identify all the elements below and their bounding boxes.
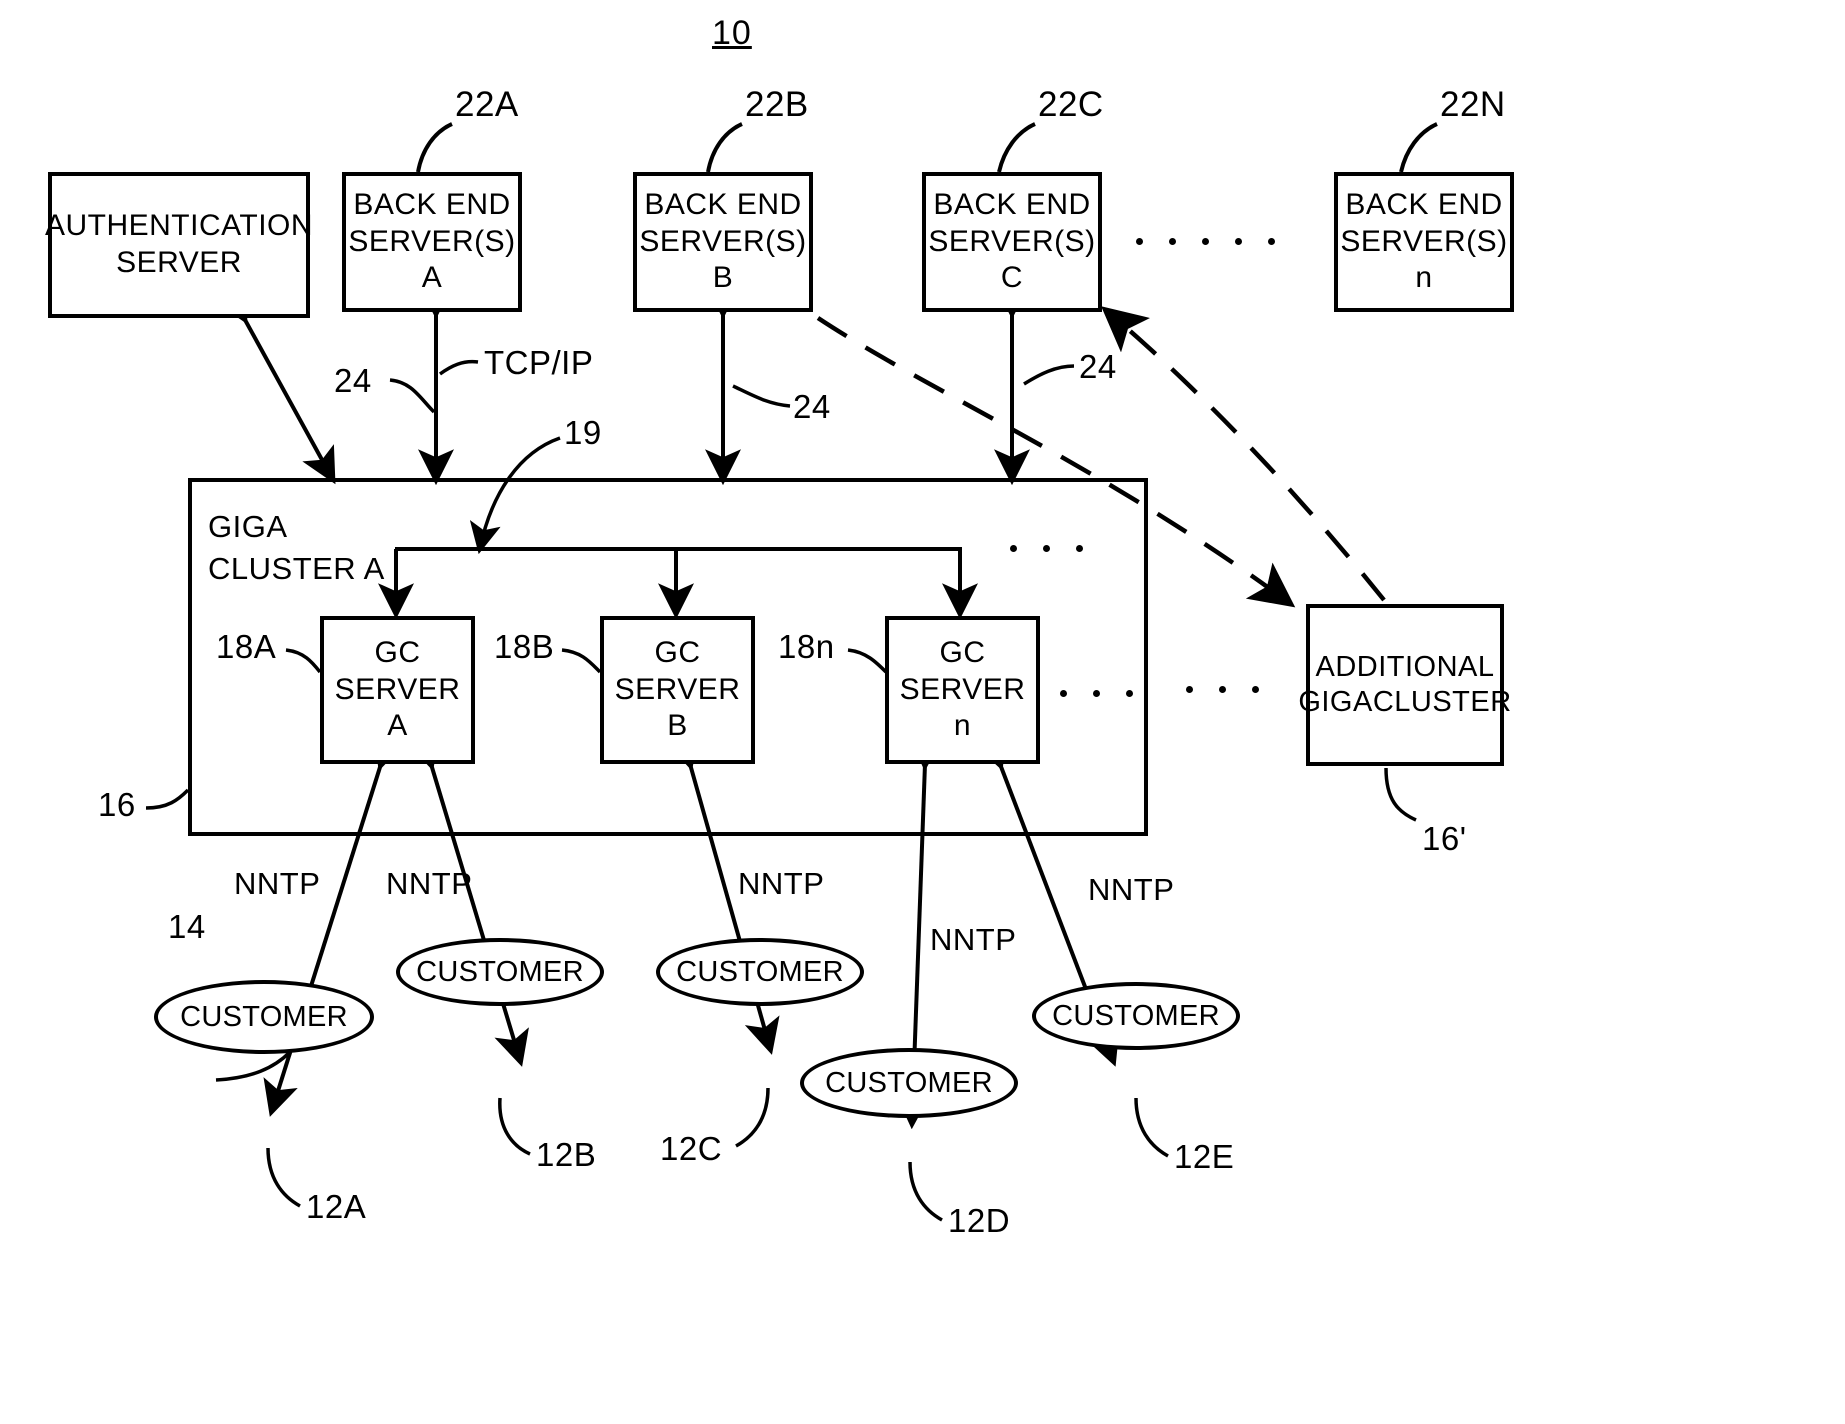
additional-gigacluster-line-1: ADDITIONAL bbox=[1315, 650, 1495, 683]
tcpip-label: TCP/IP bbox=[484, 344, 594, 381]
nntp-label-1: NNTP bbox=[234, 866, 321, 901]
customer-e-ellipse: CUSTOMER bbox=[1032, 982, 1240, 1050]
giga-cluster-a-label: GIGA CLUSTER A bbox=[208, 506, 385, 590]
authentication-server-line-1: AUTHENTICATION bbox=[44, 209, 314, 243]
nntp-label-5: NNTP bbox=[1088, 872, 1175, 907]
nntp-label-3: NNTP bbox=[738, 866, 825, 901]
ref-12b: 12B bbox=[536, 1136, 597, 1173]
ref-16-prime: 16' bbox=[1422, 820, 1467, 857]
gc-server-b-box: GC SERVER B bbox=[600, 616, 755, 764]
ref-18a: 18A bbox=[216, 628, 277, 665]
gc-server-n-box: GC SERVER n bbox=[885, 616, 1040, 764]
gc-server-n-line-1: GC bbox=[939, 636, 986, 670]
customer-a-ellipse: CUSTOMER bbox=[154, 980, 374, 1054]
nntp-label-2: NNTP bbox=[386, 866, 473, 901]
ref-18n: 18n bbox=[778, 628, 835, 665]
authentication-server-box: AUTHENTICATION SERVER bbox=[44, 172, 314, 318]
ref-22b: 22B bbox=[745, 85, 809, 124]
giga-cluster-a-label-line-1: GIGA bbox=[208, 509, 288, 544]
ref-12c: 12C bbox=[660, 1130, 723, 1167]
back-end-server-n-line-3: n bbox=[1415, 261, 1433, 295]
ref-24-b: 24 bbox=[793, 388, 831, 425]
back-end-server-b-line-2: SERVER(S) bbox=[639, 224, 807, 258]
figure-number: 10 bbox=[712, 14, 752, 52]
ref-19: 19 bbox=[564, 414, 602, 451]
back-end-server-a-line-2: SERVER(S) bbox=[348, 224, 516, 258]
back-end-server-b-line-3: B bbox=[712, 261, 734, 295]
gc-server-b-line-2: SERVER bbox=[614, 672, 741, 706]
ref-12d: 12D bbox=[948, 1202, 1011, 1239]
ref-12a: 12A bbox=[306, 1188, 367, 1225]
additional-gigacluster-line-2: GIGACLUSTER bbox=[1298, 686, 1512, 718]
ref-22a: 22A bbox=[455, 85, 519, 124]
back-end-server-n-line-2: SERVER(S) bbox=[1340, 224, 1508, 258]
customer-a-label: CUSTOMER bbox=[180, 1000, 348, 1033]
cluster-top-ellipsis-dots bbox=[1010, 545, 1083, 552]
back-end-server-n-line-1: BACK END bbox=[1345, 188, 1503, 222]
customer-c-label: CUSTOMER bbox=[676, 955, 844, 988]
nntp-label-4: NNTP bbox=[930, 922, 1017, 957]
customer-c-ellipse: CUSTOMER bbox=[656, 938, 864, 1006]
customer-e-label: CUSTOMER bbox=[1052, 999, 1220, 1032]
back-end-server-c-box: BACK END SERVER(S) C bbox=[922, 172, 1102, 312]
gc-server-a-line-1: GC bbox=[374, 636, 421, 670]
ref-16: 16 bbox=[98, 786, 136, 823]
ref-18b: 18B bbox=[494, 628, 555, 665]
cluster-server-ellipsis-dots bbox=[1060, 690, 1133, 697]
ref-22c: 22C bbox=[1038, 85, 1104, 124]
authentication-server-line-2: SERVER bbox=[116, 246, 242, 279]
back-end-server-b-box: BACK END SERVER(S) B bbox=[633, 172, 813, 312]
back-end-server-c-line-2: SERVER(S) bbox=[928, 224, 1096, 258]
giga-cluster-a-label-line-2: CLUSTER A bbox=[208, 550, 385, 586]
customer-b-label: CUSTOMER bbox=[416, 955, 584, 988]
gc-server-a-line-3: A bbox=[387, 709, 408, 743]
gigacluster-ellipsis-dots bbox=[1186, 686, 1259, 693]
ref-12e: 12E bbox=[1174, 1138, 1235, 1175]
ref-24-a: 24 bbox=[334, 362, 372, 399]
back-end-server-c-line-3: C bbox=[1000, 261, 1024, 295]
customer-b-ellipse: CUSTOMER bbox=[396, 938, 604, 1006]
customer-d-label: CUSTOMER bbox=[825, 1066, 993, 1099]
ref-14: 14 bbox=[168, 908, 206, 945]
backend-ellipsis-dots bbox=[1136, 238, 1275, 245]
back-end-server-a-line-1: BACK END bbox=[353, 188, 511, 222]
back-end-server-n-box: BACK END SERVER(S) n bbox=[1334, 172, 1514, 312]
ref-24-c: 24 bbox=[1079, 348, 1117, 385]
gc-server-a-box: GC SERVER A bbox=[320, 616, 475, 764]
gc-server-b-line-1: GC bbox=[654, 636, 701, 670]
back-end-server-b-line-1: BACK END bbox=[644, 188, 802, 222]
ref-22n: 22N bbox=[1440, 85, 1506, 124]
additional-gigacluster-box: ADDITIONAL GIGACLUSTER bbox=[1298, 604, 1511, 766]
gc-server-n-line-2: SERVER bbox=[899, 672, 1026, 706]
back-end-server-a-box: BACK END SERVER(S) A bbox=[342, 172, 522, 312]
gc-server-n-line-3: n bbox=[953, 709, 972, 743]
gc-server-b-line-3: B bbox=[667, 709, 688, 743]
back-end-server-a-line-3: A bbox=[421, 261, 443, 295]
back-end-server-c-line-1: BACK END bbox=[933, 188, 1091, 222]
customer-d-ellipse: CUSTOMER bbox=[800, 1048, 1018, 1118]
gc-server-a-line-2: SERVER bbox=[334, 672, 461, 706]
patent-figure-canvas: 10 AUTHENTICATION SERVER BACK END SERVER… bbox=[0, 0, 1845, 1424]
